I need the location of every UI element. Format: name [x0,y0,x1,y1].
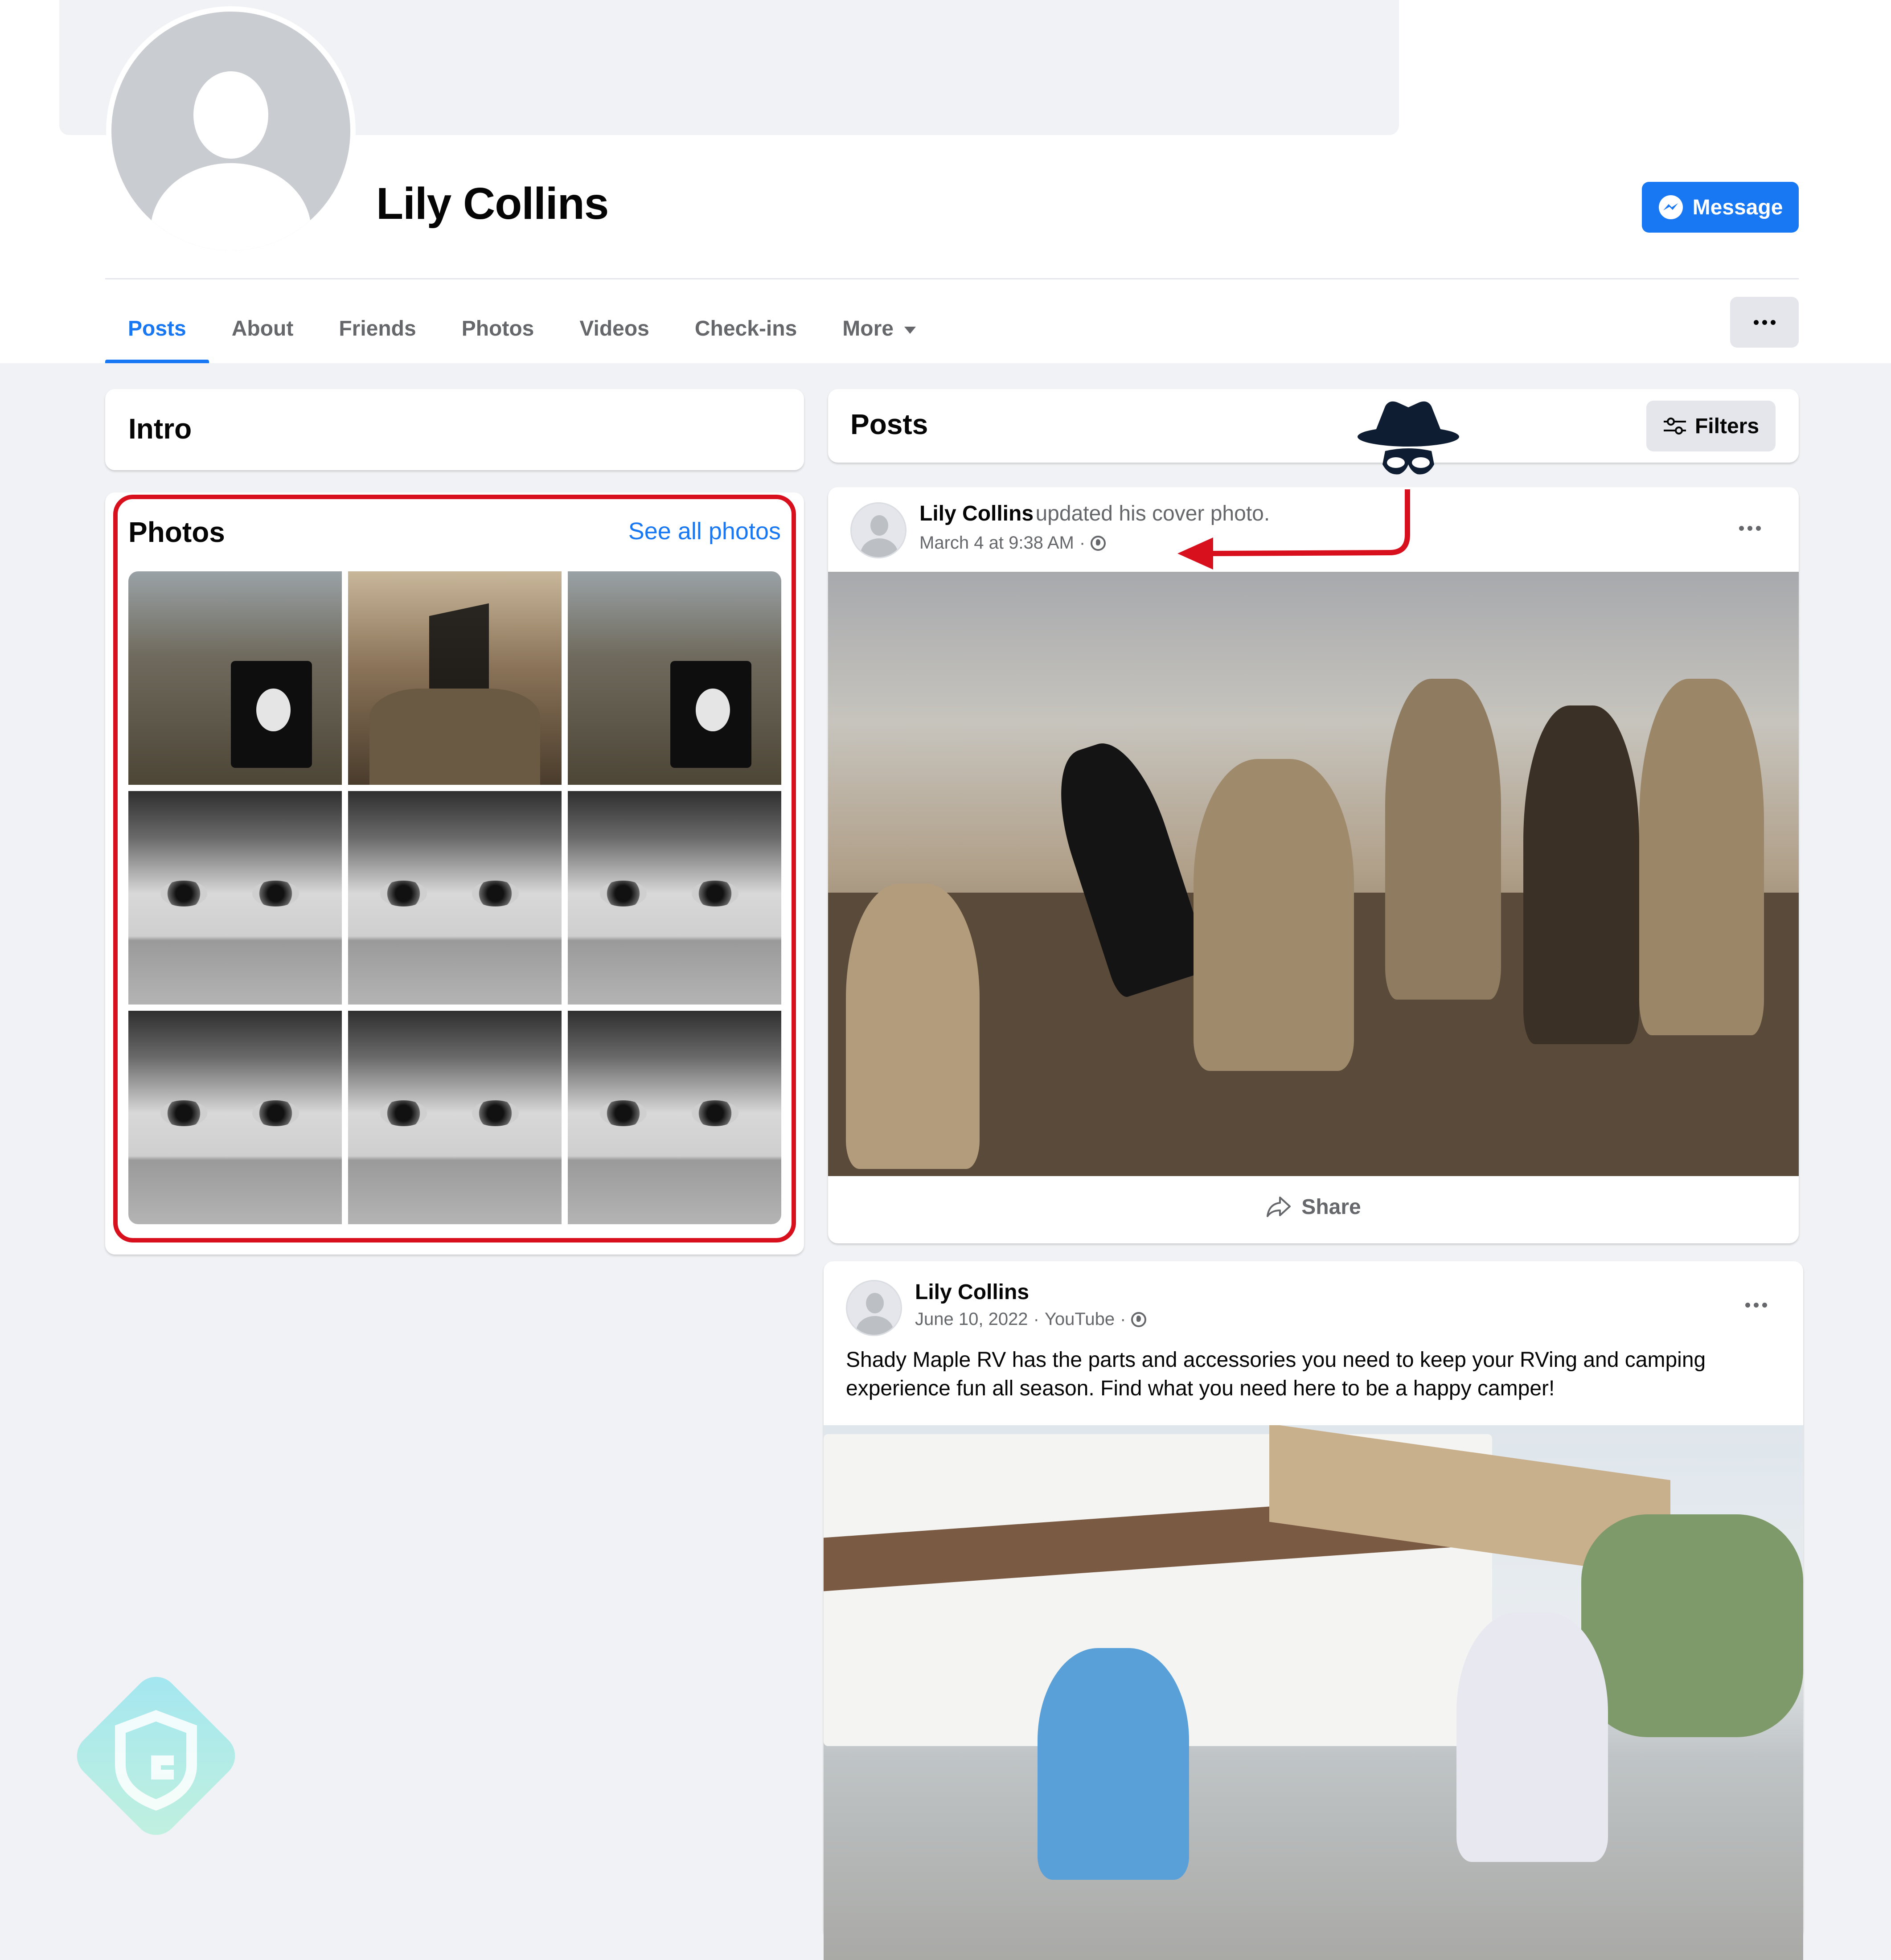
profile-tabs: Posts About Friends Photos Videos Check-… [105,294,939,363]
post-video-thumbnail[interactable] [824,1425,1803,1960]
post-timestamp[interactable]: March 4 at 9:38 AM [919,533,1074,553]
tab-friends[interactable]: Friends [316,294,439,363]
posts-header-card: Posts Filters [828,389,1799,463]
post-header: Lily Collins [915,1280,1029,1304]
tab-label: Friends [339,317,416,340]
share-button[interactable]: Share [828,1182,1799,1231]
post-author-name[interactable]: Lily Collins [919,502,1034,525]
tab-photos[interactable]: Photos [439,294,557,363]
photo-thumbnail-crowd-flag[interactable] [128,571,342,785]
avatar-body-shape [151,163,311,250]
tab-check-ins[interactable]: Check-ins [672,294,820,363]
photo-thumbnail-woman-eyes[interactable] [128,1011,342,1224]
intro-title: Intro [128,413,192,445]
see-all-photos-link[interactable]: See all photos [628,517,781,545]
tab-label: Posts [128,317,186,340]
message-label: Message [1692,195,1783,219]
photo-thumbnail-desert-fighters[interactable] [348,571,562,785]
photo-thumbnail-woman-eyes[interactable] [568,1011,781,1224]
public-globe-icon [1131,1312,1147,1327]
message-button[interactable]: Message [1642,182,1799,233]
post-author-avatar[interactable] [850,502,907,558]
post-author-name[interactable]: Lily Collins [915,1280,1029,1304]
profile-name: Lily Collins [376,179,609,229]
photo-thumbnail-woman-eyes[interactable] [128,791,342,1005]
tab-videos[interactable]: Videos [557,294,672,363]
messenger-icon [1658,195,1683,219]
post-author-avatar[interactable] [846,1280,902,1336]
photos-title: Photos [128,516,225,548]
filters-label: Filters [1694,414,1760,438]
filters-sliders-icon [1663,418,1686,435]
photo-thumbnail-woman-eyes[interactable] [348,791,562,1005]
filters-button[interactable]: Filters [1646,401,1776,451]
share-arrow-icon [1267,1197,1291,1217]
intro-card: Intro [105,389,804,470]
more-dots-icon [1745,1302,1767,1308]
tab-posts[interactable]: Posts [105,294,209,363]
watermark-logo [77,1677,235,1835]
post-timestamp[interactable]: June 10, 2022 [915,1309,1028,1329]
photos-card: Photos See all photos [105,492,804,1255]
post-options-button[interactable] [1734,1283,1778,1327]
photo-thumbnail-woman-eyes[interactable] [568,791,781,1005]
tab-more[interactable]: More [820,294,939,363]
tab-label: Videos [579,317,649,340]
tab-label: Photos [461,317,534,340]
meta-separator: · [1079,533,1086,553]
tab-label: Check-ins [694,317,797,340]
tab-about[interactable]: About [209,294,316,363]
post-meta: June 10, 2022 · YouTube · [915,1309,1147,1329]
post-body-text: Shady Maple RV has the parts and accesso… [846,1348,1706,1400]
post-options-button[interactable] [1727,506,1772,550]
post-source: YouTube [1044,1309,1115,1329]
tab-label: About [231,317,294,340]
caret-down-icon [904,326,916,334]
share-label: Share [1301,1195,1361,1219]
header-divider [105,278,1799,279]
post-cover-photo[interactable] [828,572,1799,1176]
more-dots-icon [1753,320,1776,325]
public-globe-icon [1091,535,1106,551]
annotation-arrow [1177,489,1410,570]
incognito-spy-icon [1358,401,1459,475]
meta-separator: · [1033,1309,1039,1329]
profile-more-options-button[interactable] [1730,297,1799,348]
more-dots-icon [1739,525,1761,531]
post-cover-update: Lily Collins updated his cover photo. Ma… [828,487,1799,1243]
posts-title: Posts [850,408,928,440]
profile-avatar[interactable] [111,12,350,250]
post-meta: March 4 at 9:38 AM · [919,533,1106,553]
avatar-head-shape [193,71,268,159]
tab-label: More [842,317,894,340]
photo-thumbnail-woman-eyes[interactable] [348,1011,562,1224]
photo-thumbnail-crowd-flag[interactable] [568,571,781,785]
photo-grid [128,571,781,1224]
post-shared-video: Lily Collins June 10, 2022 · YouTube · S… [824,1261,1803,1960]
meta-separator: · [1120,1309,1126,1329]
